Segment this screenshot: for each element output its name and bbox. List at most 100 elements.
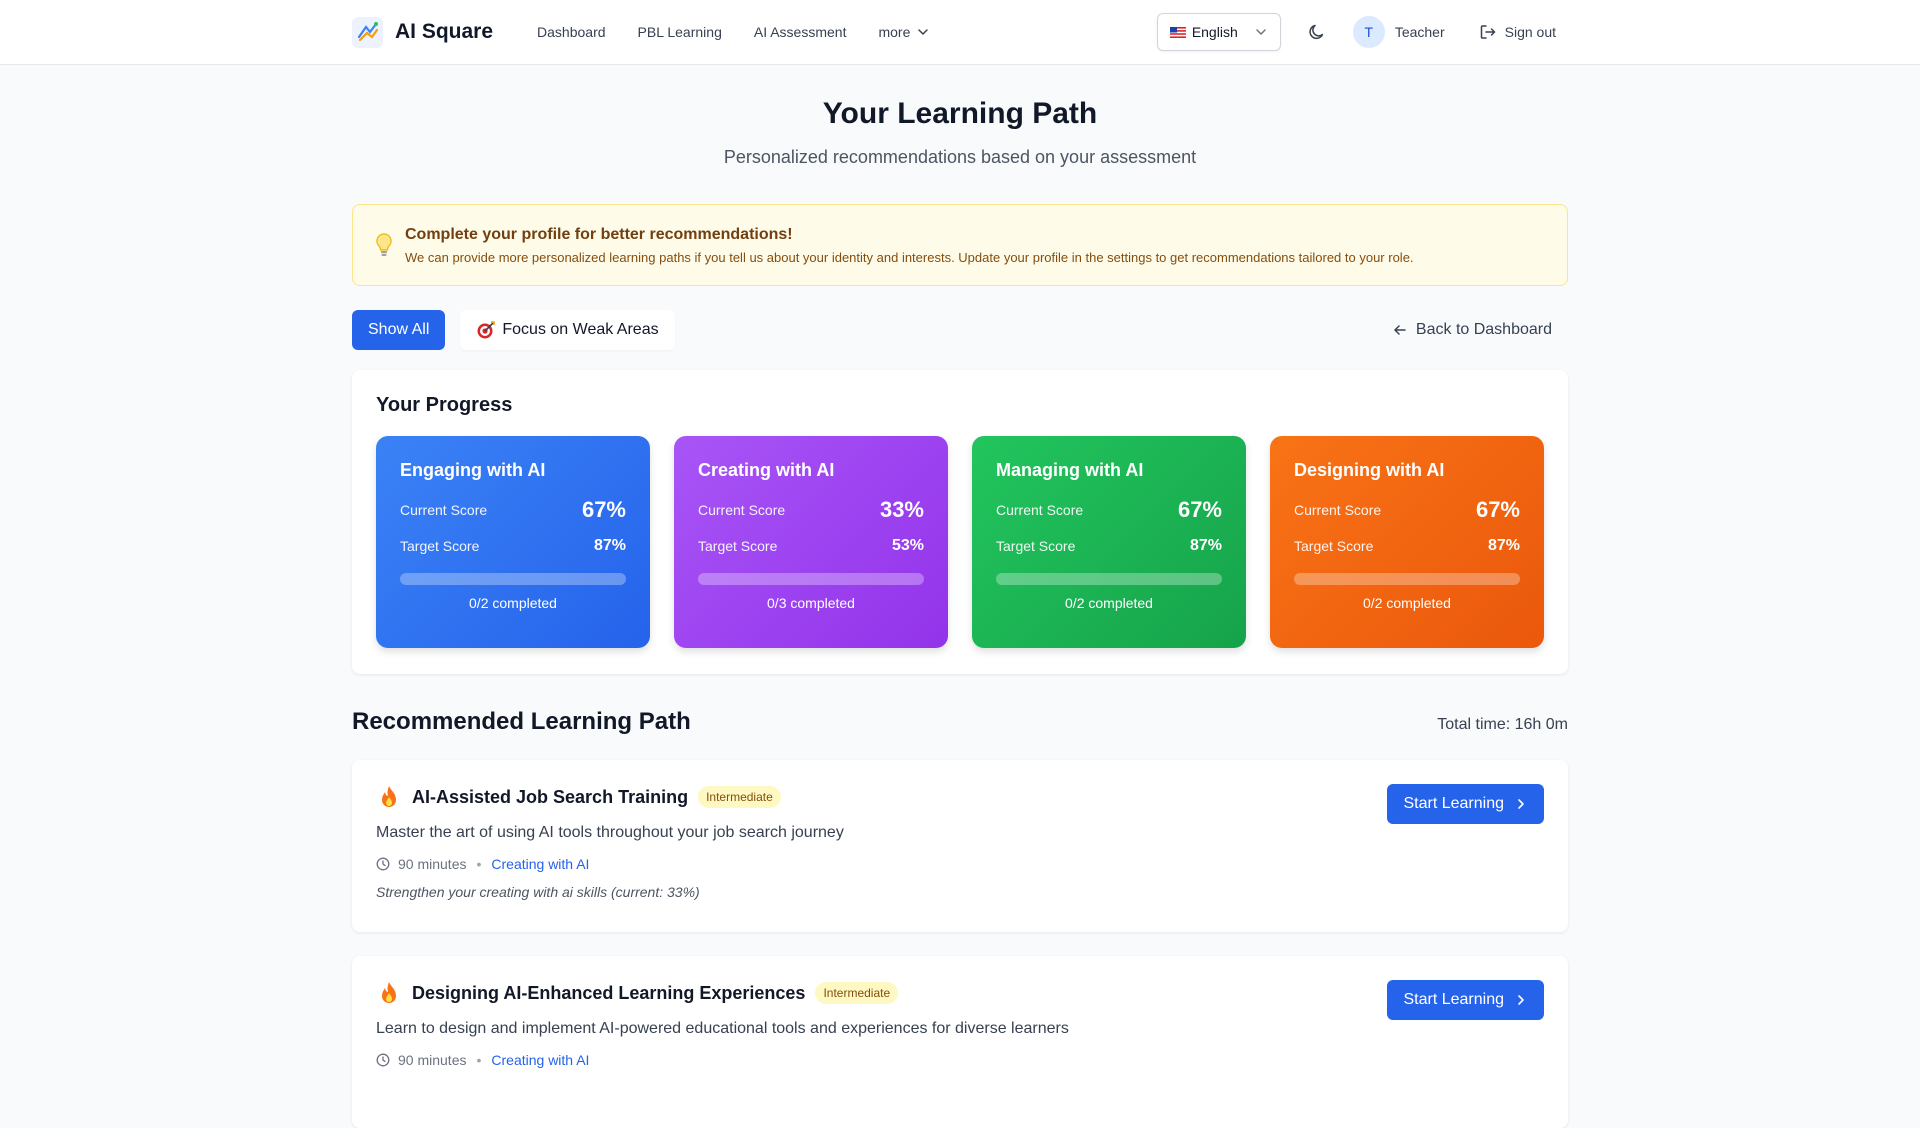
signout-button[interactable]: Sign out: [1479, 23, 1556, 41]
clock-icon: [376, 1053, 390, 1067]
nav-more[interactable]: more: [878, 24, 930, 40]
recommended-heading: Recommended Learning Path: [352, 708, 691, 735]
progress-bar: [1294, 573, 1520, 585]
path-domain: Creating with AI: [491, 1052, 590, 1068]
chevron-down-icon: [1256, 29, 1266, 35]
flag-us-icon: [1169, 26, 1186, 38]
progress-bar: [698, 573, 924, 585]
filter-bar: Show All Focus on Weak Areas Back to Das…: [352, 310, 1568, 350]
top-navbar: AI Square Dashboard PBL Learning AI Asse…: [0, 0, 1920, 65]
target-score-value: 87%: [1487, 537, 1520, 554]
progress-bar: [400, 573, 626, 585]
user-name: Teacher: [1394, 24, 1445, 40]
progress-bar: [996, 573, 1222, 585]
focus-weak-areas-label: Focus on Weak Areas: [502, 321, 659, 338]
target-score-label: Target Score: [400, 538, 480, 554]
domain-cards: Engaging with AI Current Score 67% Target…: [376, 436, 1544, 648]
path-title[interactable]: Designing AI-Enhanced Learning Experienc…: [412, 983, 805, 1004]
current-score-label: Current Score: [698, 502, 786, 518]
nav-dashboard[interactable]: Dashboard: [537, 24, 606, 40]
target-score-value: 87%: [593, 537, 626, 554]
path-duration: 90 minutes: [398, 1052, 467, 1068]
page-subtitle: Personalized recommendations based on yo…: [723, 147, 1197, 167]
current-score-value: 67%: [1177, 497, 1222, 522]
brand[interactable]: AI Square: [352, 16, 494, 48]
path-card: AI-Assisted Job Search Training Intermed…: [352, 760, 1568, 932]
user-menu[interactable]: T Teacher: [1352, 16, 1445, 48]
path-duration: 90 minutes: [398, 856, 467, 872]
back-to-dashboard-link[interactable]: Back to Dashboard: [1392, 321, 1552, 339]
progress-card: Your Progress Engaging with AI Current S…: [352, 370, 1568, 674]
domain-card-creating: Creating with AI Current Score 33% Target…: [674, 436, 948, 648]
arrow-left-icon: [1394, 325, 1406, 335]
avatar: T: [1352, 16, 1385, 48]
domain-name: Engaging with AI: [400, 460, 546, 480]
language-value: English: [1191, 24, 1238, 40]
current-score-label: Current Score: [400, 502, 488, 518]
completed-count: 0/2 completed: [1065, 595, 1153, 611]
target-score-label: Target Score: [996, 538, 1076, 554]
domain-name: Creating with AI: [698, 460, 835, 480]
back-to-dashboard-label: Back to Dashboard: [1415, 321, 1552, 338]
domain-card-designing: Designing with AI Current Score 67% Targe…: [1270, 436, 1544, 648]
brand-name: AI Square: [395, 20, 494, 43]
recommended-header: Recommended Learning Path Total time: 16…: [352, 708, 1568, 736]
domain-name: Managing with AI: [996, 460, 1144, 480]
completed-count: 0/2 completed: [1363, 595, 1451, 611]
notice-body: We can provide more personalized learnin…: [405, 249, 1414, 265]
nav-ai-assessment[interactable]: AI Assessment: [754, 24, 847, 40]
domain-name: Designing with AI: [1294, 460, 1445, 480]
fire-icon: [376, 980, 402, 1006]
chevron-right-icon: [1518, 995, 1524, 1005]
main-content: Your Learning Path Personalized recommen…: [352, 65, 1568, 1128]
completed-count: 0/3 completed: [767, 595, 855, 611]
current-score-label: Current Score: [1294, 502, 1382, 518]
target-score-label: Target Score: [698, 538, 778, 554]
current-score-value: 67%: [581, 497, 626, 522]
focus-weak-areas-button[interactable]: Focus on Weak Areas: [460, 310, 675, 350]
moon-icon[interactable]: [1305, 20, 1329, 44]
start-learning-button[interactable]: Start Learning: [1387, 980, 1544, 1020]
path-note: Strengthen your creating with ai skills …: [376, 884, 700, 900]
start-learning-label: Start Learning: [1403, 795, 1504, 812]
path-title[interactable]: AI-Assisted Job Search Training: [412, 787, 688, 808]
domain-card-engaging: Engaging with AI Current Score 67% Target…: [376, 436, 650, 648]
nav-more-label: more: [878, 24, 911, 40]
current-score-value: 67%: [1475, 497, 1520, 522]
logo-icon: [352, 16, 383, 48]
notice-title: Complete your profile for better recomme…: [405, 225, 793, 243]
signout-icon: [1480, 25, 1495, 39]
language-select[interactable]: English: [1156, 13, 1281, 51]
target-icon: [477, 321, 496, 339]
signout-label: Sign out: [1504, 24, 1556, 40]
separator-dot: •: [476, 1052, 482, 1068]
progress-heading: Your Progress: [376, 394, 513, 416]
chevron-down-icon: [918, 29, 929, 35]
total-time: Total time: 16h 0m: [1437, 716, 1568, 733]
current-score-value: 33%: [879, 497, 924, 522]
clock-icon: [376, 857, 390, 871]
profile-notice: Complete your profile for better recomme…: [352, 204, 1568, 286]
completed-count: 0/2 completed: [469, 595, 557, 611]
target-score-value: 53%: [891, 537, 924, 554]
chevron-right-icon: [1518, 799, 1524, 809]
fire-icon: [376, 784, 402, 810]
show-all-button[interactable]: Show All: [352, 310, 446, 350]
path-description: Master the art of using AI tools through…: [376, 824, 844, 841]
current-score-label: Current Score: [996, 502, 1084, 518]
start-learning-label: Start Learning: [1403, 991, 1504, 1008]
target-score-value: 87%: [1189, 537, 1222, 554]
level-badge: Intermediate: [815, 982, 899, 1004]
nav-pbl-learning[interactable]: PBL Learning: [638, 24, 722, 40]
start-learning-button[interactable]: Start Learning: [1387, 784, 1544, 824]
path-domain: Creating with AI: [491, 856, 590, 872]
domain-card-managing: Managing with AI Current Score 67% Target…: [972, 436, 1246, 648]
target-score-label: Target Score: [1294, 538, 1374, 554]
main-nav: Dashboard PBL Learning AI Assessment mor…: [537, 24, 930, 40]
path-description: Learn to design and implement AI-powered…: [376, 1020, 1069, 1037]
page-title: Your Learning Path: [822, 97, 1098, 130]
lightbulb-icon: [373, 231, 395, 259]
level-badge: Intermediate: [698, 786, 781, 808]
separator-dot: •: [476, 856, 482, 872]
path-card: Designing AI-Enhanced Learning Experienc…: [352, 956, 1568, 1128]
